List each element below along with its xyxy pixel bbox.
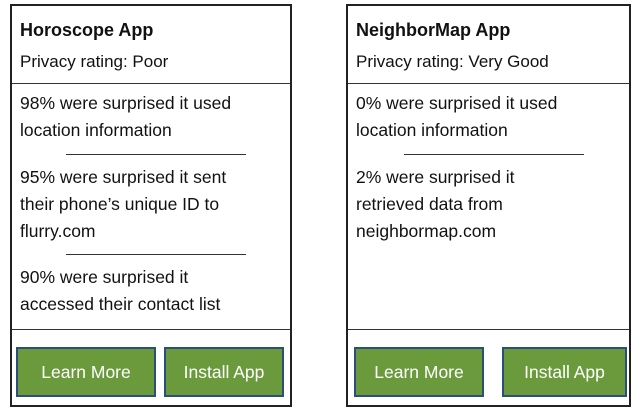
card-footer-divider <box>348 329 629 330</box>
privacy-rating: Privacy rating: Poor <box>20 52 169 71</box>
stat-divider <box>66 254 246 255</box>
app-card-neighbormap: NeighborMap App Privacy rating: Very Goo… <box>346 4 631 407</box>
card-header: NeighborMap App Privacy rating: Very Goo… <box>348 6 629 84</box>
learn-more-button[interactable]: Learn More <box>16 347 156 397</box>
app-card-horoscope: Horoscope App Privacy rating: Poor 98% w… <box>10 4 292 407</box>
app-title: NeighborMap App <box>356 20 511 40</box>
app-title: Horoscope App <box>20 20 154 40</box>
install-app-button[interactable]: Install App <box>164 347 284 397</box>
privacy-rating: Privacy rating: Very Good <box>356 52 549 71</box>
stat-divider <box>404 154 584 155</box>
install-app-button[interactable]: Install App <box>502 347 627 397</box>
learn-more-button[interactable]: Learn More <box>354 347 484 397</box>
stat-divider <box>66 154 246 155</box>
surprise-stat: 0% were surprised it used location infor… <box>356 93 558 140</box>
surprise-stat: 2% were surprised it retrieved data from… <box>356 167 515 241</box>
card-footer-divider <box>12 329 290 330</box>
surprise-stat: 98% were surprised it used location info… <box>20 93 232 140</box>
surprise-stat: 95% were surprised it sent their phone’s… <box>20 167 227 241</box>
surprise-stat: 90% were surprised it accessed their con… <box>20 267 221 314</box>
card-header: Horoscope App Privacy rating: Poor <box>12 6 290 84</box>
